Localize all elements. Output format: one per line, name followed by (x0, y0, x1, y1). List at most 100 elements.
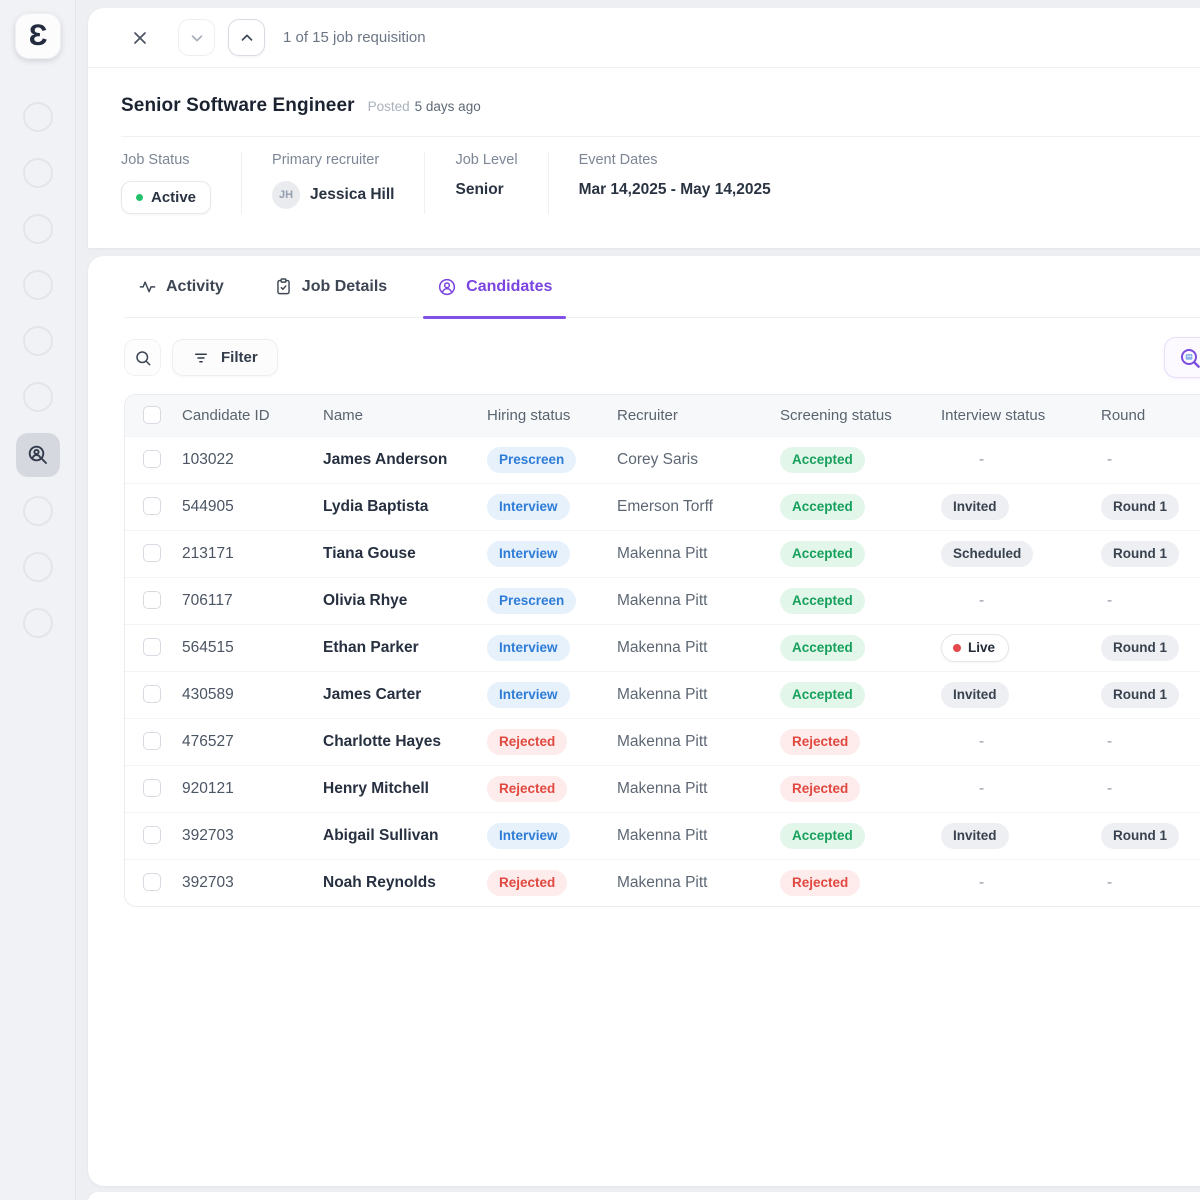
round-badge: Round 1 (1101, 682, 1179, 708)
sidebar-placeholder-icon (23, 102, 53, 132)
next-requisition-button[interactable] (228, 19, 265, 56)
candidate-name: Tiana Gouse (311, 530, 475, 577)
candidate-row[interactable]: 103022 James Anderson Prescreen Corey Sa… (125, 436, 1200, 483)
candidate-row[interactable]: 476527 Charlotte Hayes Rejected Makenna … (125, 718, 1200, 765)
tab-bar: Activity Job Details Candidates (124, 256, 1200, 318)
logo-glyph: Ɛ (29, 21, 48, 51)
candidate-name: Charlotte Hayes (311, 718, 475, 765)
row-checkbox[interactable] (143, 591, 161, 609)
screening-status-badge: Accepted (780, 635, 865, 661)
sidebar-item-candidate-search[interactable] (16, 433, 60, 477)
hiring-status-badge: Rejected (487, 870, 567, 896)
candidate-name: James Anderson (311, 436, 475, 483)
row-checkbox[interactable] (143, 779, 161, 797)
recruiter-cell: Emerson Torff (605, 483, 768, 530)
candidates-table: Candidate ID Name Hiring status Recruite… (124, 394, 1200, 907)
column-header-screening-status: Screening status (768, 395, 929, 436)
candidate-name: Lydia Baptista (311, 483, 475, 530)
row-checkbox[interactable] (143, 873, 161, 891)
interview-status-badge: Invited (941, 823, 1009, 849)
row-checkbox[interactable] (143, 732, 161, 750)
recruiter-cell: Makenna Pitt (605, 718, 768, 765)
candidate-row[interactable]: 544905 Lydia Baptista Interview Emerson … (125, 483, 1200, 530)
interview-status-badge: Scheduled (941, 541, 1033, 567)
chevron-up-icon (238, 29, 256, 47)
row-checkbox[interactable] (143, 497, 161, 515)
round-badge: Round 1 (1101, 494, 1179, 520)
job-meta-row: Job Status Active Primary recruiter JH J… (88, 137, 1200, 214)
recruiter-avatar: JH (272, 181, 300, 209)
hiring-status-badge: Interview (487, 823, 570, 849)
sidebar-placeholder-icon (23, 214, 53, 244)
row-checkbox[interactable] (143, 826, 161, 844)
round-badge: - (1107, 733, 1112, 750)
search-button[interactable] (124, 339, 161, 376)
sidebar-placeholder-icon (23, 552, 53, 582)
row-checkbox[interactable] (143, 544, 161, 562)
search-icon (134, 349, 152, 367)
interview-status-badge: - (979, 874, 984, 891)
candidate-name: Noah Reynolds (311, 859, 475, 906)
hiring-status-badge: Interview (487, 541, 570, 567)
column-header-round: Round (1089, 395, 1200, 436)
row-checkbox[interactable] (143, 685, 161, 703)
screening-status-badge: Accepted (780, 541, 865, 567)
primary-recruiter-group: Primary recruiter JH Jessica Hill (241, 152, 424, 214)
screening-status-badge: Rejected (780, 776, 860, 802)
interview-status-badge: Invited (941, 682, 1009, 708)
dynamic-search-button[interactable]: Dyn (1164, 337, 1200, 378)
candidate-id: 544905 (170, 483, 311, 530)
candidate-row[interactable]: 392703 Noah Reynolds Rejected Makenna Pi… (125, 859, 1200, 906)
job-level-value: Senior (455, 181, 517, 199)
interview-status-badge: - (979, 592, 984, 609)
filter-button[interactable]: Filter (172, 339, 278, 376)
candidates-card: Activity Job Details Candidates (88, 256, 1200, 1186)
close-button[interactable] (130, 28, 150, 48)
screening-status-badge: Rejected (780, 870, 860, 896)
table-header-row: Candidate ID Name Hiring status Recruite… (125, 395, 1200, 436)
recruiter-cell: Makenna Pitt (605, 530, 768, 577)
screening-status-badge: Accepted (780, 682, 865, 708)
app-logo[interactable]: Ɛ (15, 13, 61, 59)
job-status-badge: Active (121, 181, 211, 214)
screening-status-badge: Accepted (780, 494, 865, 520)
activity-icon (138, 277, 157, 296)
hiring-status-badge: Prescreen (487, 447, 576, 473)
candidate-id: 476527 (170, 718, 311, 765)
row-checkbox[interactable] (143, 638, 161, 656)
recruiter-cell: Makenna Pitt (605, 765, 768, 812)
candidate-id: 564515 (170, 624, 311, 671)
hiring-status-badge: Interview (487, 635, 570, 661)
candidate-row[interactable]: 213171 Tiana Gouse Interview Makenna Pit… (125, 530, 1200, 577)
tab-candidates[interactable]: Candidates (423, 256, 566, 317)
posted-label: Posted (368, 99, 410, 114)
candidate-row[interactable]: 564515 Ethan Parker Interview Makenna Pi… (125, 624, 1200, 671)
hiring-status-badge: Rejected (487, 776, 567, 802)
screening-status-badge: Accepted (780, 823, 865, 849)
interview-status-badge: - (979, 780, 984, 797)
candidate-row[interactable]: 430589 James Carter Interview Makenna Pi… (125, 671, 1200, 718)
table-toolbar: Filter Dyn (124, 339, 1200, 376)
round-badge: - (1107, 451, 1112, 468)
job-level-label: Job Level (455, 152, 517, 168)
recruiter-cell: Makenna Pitt (605, 812, 768, 859)
row-checkbox[interactable] (143, 450, 161, 468)
candidate-id: 392703 (170, 812, 311, 859)
select-all-checkbox[interactable] (143, 406, 161, 424)
screening-status-badge: Accepted (780, 588, 865, 614)
job-level-group: Job Level Senior (424, 152, 547, 214)
candidate-row[interactable]: 392703 Abigail Sullivan Interview Makenn… (125, 812, 1200, 859)
interview-status-badge: - (979, 451, 984, 468)
tab-activity[interactable]: Activity (124, 256, 238, 317)
job-status-group: Job Status Active (121, 152, 241, 214)
candidate-row[interactable]: 920121 Henry Mitchell Rejected Makenna P… (125, 765, 1200, 812)
recruiter-name: Jessica Hill (310, 186, 394, 204)
next-card-edge (88, 1192, 1200, 1200)
tab-job-details[interactable]: Job Details (260, 256, 401, 317)
page-title: Senior Software Engineer (121, 95, 355, 117)
previous-requisition-button[interactable] (178, 19, 215, 56)
recruiter-cell: Makenna Pitt (605, 577, 768, 624)
column-header-interview-status: Interview status (929, 395, 1089, 436)
candidate-row[interactable]: 706117 Olivia Rhye Prescreen Makenna Pit… (125, 577, 1200, 624)
hiring-status-badge: Interview (487, 682, 570, 708)
